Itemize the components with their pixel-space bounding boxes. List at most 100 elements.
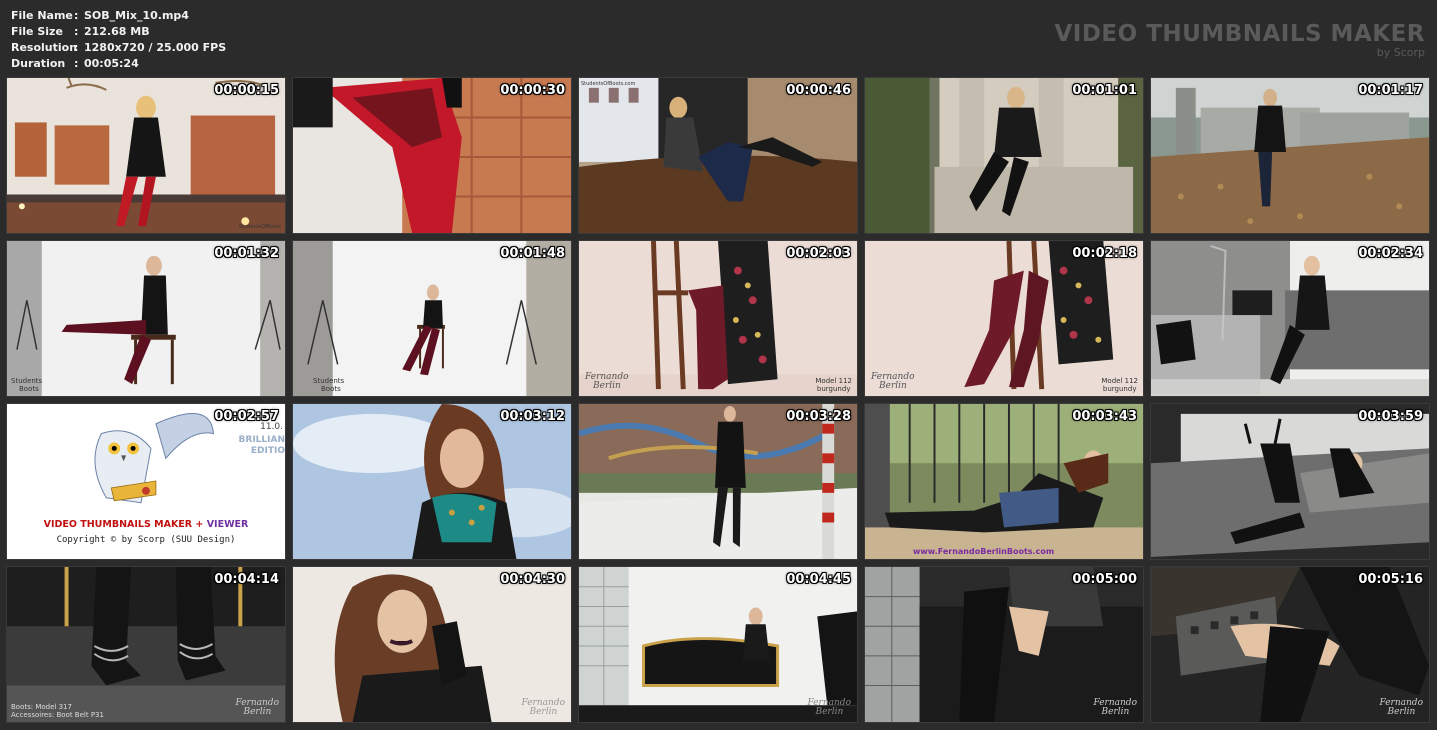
- thumbnail-frame[interactable]: Boots: Model 317 Accessoires: Boot Belt …: [6, 566, 286, 723]
- model-label-line: burgundy: [816, 385, 851, 393]
- thumbnail-frame[interactable]: 00:03:28: [578, 403, 858, 560]
- frame-timestamp: 00:03:12: [500, 409, 565, 424]
- file-info-panel: File Name : SOB_Mix_10.mp4 File Size : 2…: [11, 8, 226, 72]
- caption-line: Boots: Model 317: [11, 703, 72, 711]
- watermark-line: Berlin: [243, 707, 272, 717]
- info-separator: :: [74, 9, 79, 22]
- frame-timestamp: 00:04:45: [786, 572, 851, 587]
- thumbnail-frame[interactable]: Fernando Berlin 00:04:45: [578, 566, 858, 723]
- frame-timestamp: 00:04:14: [214, 572, 279, 587]
- frame-timestamp: 00:00:15: [214, 83, 279, 98]
- info-row-duration: Duration : 00:05:24: [11, 56, 226, 72]
- model-label: Model 112 burgundy: [1101, 377, 1138, 393]
- thumbnail-frame[interactable]: 00:00:30: [292, 77, 572, 234]
- frame-image: [579, 78, 857, 233]
- frame-timestamp: 00:05:16: [1358, 572, 1423, 587]
- watermark-line: Boots: [19, 385, 39, 393]
- thumbnail-frame[interactable]: Fernando Berlin Model 112 burgundy 00:02…: [864, 240, 1144, 397]
- watermark-line: Students: [313, 377, 345, 385]
- frame-timestamp: 00:00:46: [786, 83, 851, 98]
- frame-timestamp: 00:01:48: [500, 246, 565, 261]
- info-separator: :: [74, 25, 79, 38]
- frame-image: [1151, 404, 1429, 559]
- model-label: Model 112 burgundy: [815, 377, 852, 393]
- thumbnail-grid: StudentsOfBoots 00:00:15 00:00:30 Studen…: [6, 77, 1430, 723]
- splash-frame[interactable]: 11.0. BRILLIAN EDITIO VIDEO THUMBNAILS M…: [6, 403, 286, 560]
- thumbnail-frame[interactable]: 00:03:12: [292, 403, 572, 560]
- frame-timestamp: 00:02:57: [214, 409, 279, 424]
- info-separator: :: [74, 41, 79, 54]
- watermark-logo: Fernando Berlin: [585, 373, 629, 391]
- watermark-logo: Fernando Berlin: [1379, 699, 1423, 717]
- thumbnail-frame[interactable]: 00:03:59: [1150, 403, 1430, 560]
- thumbnail-frame[interactable]: 00:01:17: [1150, 77, 1430, 234]
- thumbnail-frame[interactable]: 00:02:34: [1150, 240, 1430, 397]
- watermark: StudentsOfBoots.com: [581, 81, 636, 87]
- watermark-line: Berlin: [1101, 707, 1130, 717]
- thumbnail-frame[interactable]: Students Boots 00:01:32: [6, 240, 286, 397]
- thumbnail-frame[interactable]: www.FernandoBerlinBoots.com 00:03:43: [864, 403, 1144, 560]
- edition-label: BRILLIAN EDITIO: [239, 435, 285, 457]
- watermark-logo: Fernando Berlin: [807, 699, 851, 717]
- frame-timestamp: 00:01:32: [214, 246, 279, 261]
- model-label-line: Model 112: [815, 377, 852, 385]
- frame-image: [7, 241, 285, 396]
- caption-line: Accessoires: Boot Belt P31: [11, 711, 104, 719]
- thumbnail-frame[interactable]: StudentsOfBoots 00:00:15: [6, 77, 286, 234]
- info-separator: :: [74, 57, 79, 70]
- watermark: StudentsOfBoots: [238, 224, 281, 230]
- info-key: File Size: [11, 25, 63, 38]
- splash-copyright: Copyright © by Scorp (SUU Design): [56, 535, 236, 545]
- frame-image: [293, 78, 571, 233]
- frame-image: [293, 241, 571, 396]
- frame-timestamp: 00:02:34: [1358, 246, 1423, 261]
- thumbnail-frame[interactable]: Fernando Berlin Model 112 burgundy 00:02…: [578, 240, 858, 397]
- frame-timestamp: 00:03:59: [1358, 409, 1423, 424]
- info-value: 00:05:24: [84, 57, 139, 70]
- frame-timestamp: 00:00:30: [500, 83, 565, 98]
- thumbnail-frame[interactable]: Fernando Berlin 00:05:00: [864, 566, 1144, 723]
- frame-timestamp: 00:03:43: [1072, 409, 1137, 424]
- frame-timestamp: 00:01:01: [1072, 83, 1137, 98]
- watermark-logo: Fernando Berlin: [521, 699, 565, 717]
- splash-title: VIDEO THUMBNAILS MAKER + VIEWER: [7, 519, 285, 530]
- info-key: File Name: [11, 9, 73, 22]
- splash-title-plus: +: [195, 519, 204, 530]
- watermark-line: Berlin: [529, 707, 558, 717]
- watermark-line: Berlin: [1387, 707, 1416, 717]
- watermark-line: Boots: [321, 385, 341, 393]
- info-key: Resolution: [11, 41, 78, 54]
- frame-image: [579, 404, 857, 559]
- info-row-file-size: File Size : 212.68 MB: [11, 24, 226, 40]
- frame-timestamp: 00:05:00: [1072, 572, 1137, 587]
- frame-timestamp: 00:02:18: [1072, 246, 1137, 261]
- splash-title-part: VIDEO THUMBNAILS MAKER: [43, 519, 193, 530]
- edition-line: BRILLIAN: [238, 435, 285, 445]
- frame-image: [865, 404, 1143, 559]
- watermark-line: Students: [11, 377, 43, 385]
- frame-timestamp: 00:01:17: [1358, 83, 1423, 98]
- frame-image: [293, 404, 571, 559]
- info-value: 212.68 MB: [84, 25, 150, 38]
- brand-title: VIDEO THUMBNAILS MAKER: [1054, 21, 1425, 47]
- watermark-line: Berlin: [593, 381, 621, 391]
- info-row-resolution: Resolution : 1280x720 / 25.000 FPS: [11, 40, 226, 56]
- frame-timestamp: 00:03:28: [786, 409, 851, 424]
- edition-line: EDITIO: [250, 446, 285, 456]
- thumbnail-frame[interactable]: StudentsOfBoots.com 00:00:46: [578, 77, 858, 234]
- model-label-line: burgundy: [1102, 385, 1137, 393]
- watermark-logo: Fernando Berlin: [871, 373, 915, 391]
- thumbnail-frame[interactable]: 00:01:01: [864, 77, 1144, 234]
- info-value: 1280x720 / 25.000 FPS: [84, 41, 227, 54]
- brand-logo: VIDEO THUMBNAILS MAKER by Scorp: [1054, 20, 1425, 59]
- thumbnail-frame[interactable]: Fernando Berlin 00:04:30: [292, 566, 572, 723]
- thumbnail-frame[interactable]: Students Boots 00:01:48: [292, 240, 572, 397]
- thumbnail-frame[interactable]: Fernando Berlin 00:05:16: [1150, 566, 1430, 723]
- watermark-logo: Fernando Berlin: [1093, 699, 1137, 717]
- info-value: SOB_Mix_10.mp4: [84, 9, 189, 22]
- frame-timestamp: 00:04:30: [500, 572, 565, 587]
- info-row-file-name: File Name : SOB_Mix_10.mp4: [11, 8, 226, 24]
- frame-image: [7, 78, 285, 233]
- product-caption: Boots: Model 317 Accessoires: Boot Belt …: [11, 703, 104, 719]
- frame-image: [1151, 241, 1429, 396]
